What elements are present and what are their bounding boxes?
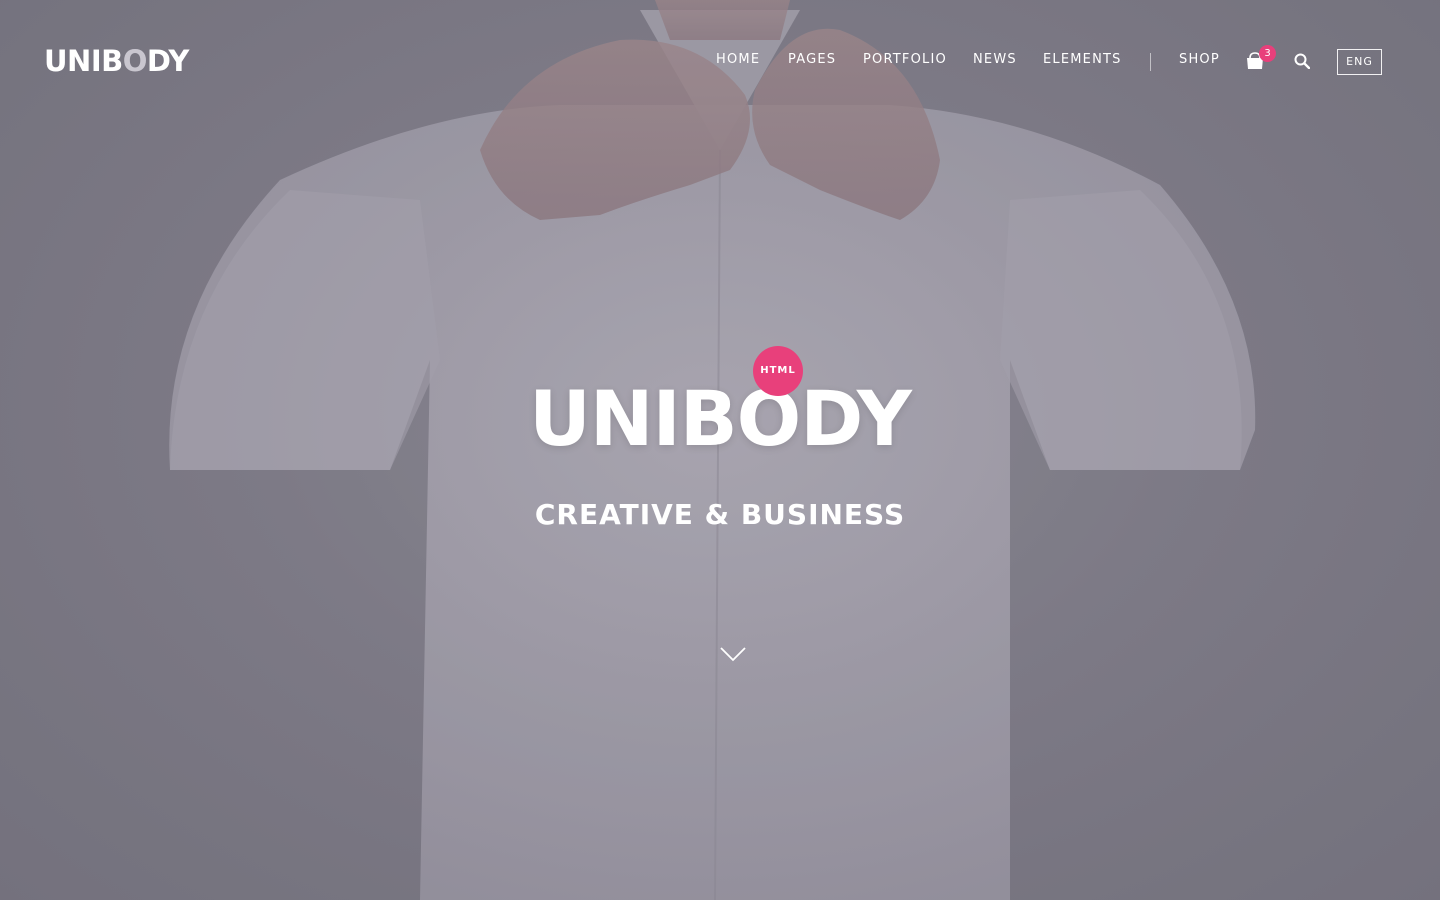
nav-item-pages[interactable]: PAGES xyxy=(788,52,836,67)
nav-item-portfolio[interactable]: PORTFOLIO xyxy=(863,52,947,67)
language-switcher[interactable]: ENG xyxy=(1337,49,1382,75)
logo-text-o: O xyxy=(122,44,148,78)
logo-text-suffix: DY xyxy=(146,44,189,78)
search-icon[interactable] xyxy=(1294,53,1310,69)
html-badge: HTML xyxy=(753,346,803,396)
hero-subtitle: CREATIVE & BUSINESS xyxy=(534,498,906,531)
chevron-down-icon[interactable] xyxy=(719,645,747,663)
nav-item-news[interactable]: NEWS xyxy=(973,52,1017,67)
nav-item-home[interactable]: HOME xyxy=(716,52,760,67)
cart-count-badge: 3 xyxy=(1259,45,1276,62)
hero-title: UNIBODY xyxy=(529,374,912,463)
logo-text-prefix: UNIB xyxy=(44,44,123,78)
nav-item-elements[interactable]: ELEMENTS xyxy=(1043,52,1122,67)
nav-divider xyxy=(1150,53,1151,71)
site-logo[interactable]: UNIBODY xyxy=(44,44,189,78)
hero-section: UNIBODY HOME PAGES PORTFOLIO NEWS ELEMEN… xyxy=(0,0,1440,900)
nav-item-shop[interactable]: SHOP xyxy=(1179,52,1220,67)
